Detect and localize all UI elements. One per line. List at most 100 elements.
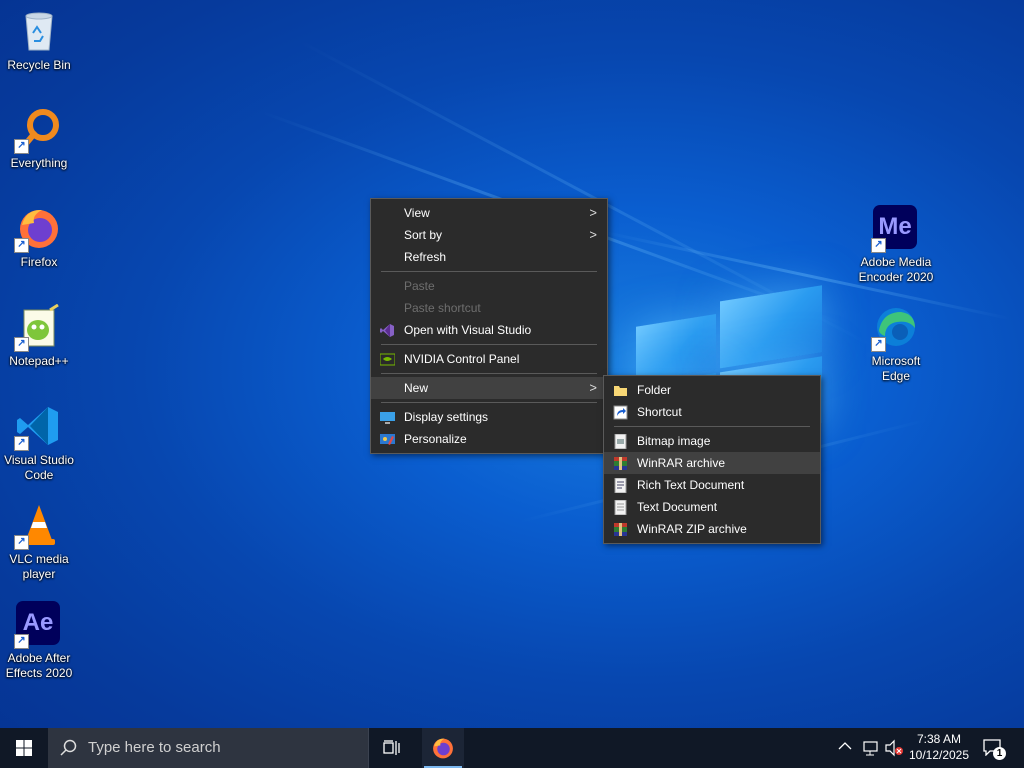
after-effects-icon: Ae ↗ xyxy=(14,601,62,649)
menu-separator xyxy=(381,271,597,272)
menu-separator xyxy=(381,402,597,403)
action-center-button[interactable]: 1 xyxy=(978,736,1008,762)
desktop-icon-label: VLC media player xyxy=(9,552,69,581)
desktop-icon-vscode[interactable]: ↗ Visual Studio Code xyxy=(1,403,77,483)
menu-item-open-visual-studio[interactable]: Open with Visual Studio xyxy=(371,319,607,341)
desktop[interactable]: Recycle Bin ↗ Everything ↗ Firefox ↗ Not… xyxy=(0,0,1024,728)
chevron-right-icon: > xyxy=(589,205,597,220)
folder-icon xyxy=(613,383,628,398)
submenu-item-winrar-archive[interactable]: WinRAR archive xyxy=(604,452,820,474)
submenu-item-label: Text Document xyxy=(637,500,718,514)
menu-item-label: Paste shortcut xyxy=(404,301,481,315)
task-view-button[interactable] xyxy=(370,728,414,768)
chevron-up-icon xyxy=(838,742,852,750)
volume-muted-icon xyxy=(885,739,903,757)
windows-logo-icon xyxy=(16,740,32,756)
bitmap-image-icon xyxy=(613,433,628,450)
menu-item-sort-by[interactable]: Sort by > xyxy=(371,224,607,246)
clock-button[interactable]: 7:38 AM 10/12/2025 xyxy=(904,731,974,765)
shortcut-arrow-icon: ↗ xyxy=(14,238,29,253)
display-settings-icon xyxy=(380,410,395,425)
menu-item-label: Paste xyxy=(404,279,435,293)
search-icon xyxy=(60,739,77,756)
shortcut-arrow-icon: ↗ xyxy=(14,634,29,649)
desktop-icon-label: Everything xyxy=(10,156,68,170)
desktop-icon-everything[interactable]: ↗ Everything xyxy=(1,106,77,171)
taskbar-app-firefox[interactable] xyxy=(422,728,464,768)
taskbar-search-box[interactable]: Type here to search xyxy=(48,728,369,768)
clock-time: 7:38 AM xyxy=(916,732,962,746)
taskbar: Type here to search 7:38 AM 10/12/2025 1 xyxy=(0,728,1024,768)
submenu-item-label: Bitmap image xyxy=(637,434,711,448)
shortcut-arrow-icon: ↗ xyxy=(871,238,886,253)
submenu-item-label: Rich Text Document xyxy=(637,478,745,492)
clock-date: 10/12/2025 xyxy=(908,748,970,762)
desktop-icon-notepadpp[interactable]: ↗ Notepad++ xyxy=(1,303,77,369)
desktop-context-menu: View > Sort by > Refresh Paste Paste sho… xyxy=(370,198,608,454)
rich-text-document-icon xyxy=(613,477,628,494)
menu-item-nvidia-control-panel[interactable]: NVIDIA Control Panel xyxy=(371,348,607,370)
firefox-icon xyxy=(433,738,453,759)
desktop-icon-label: Recycle Bin xyxy=(7,58,71,72)
submenu-item-label: WinRAR ZIP archive xyxy=(637,522,747,536)
submenu-item-winrar-zip-archive[interactable]: WinRAR ZIP archive xyxy=(604,518,820,540)
desktop-icon-label: Adobe Media Encoder 2020 xyxy=(858,255,934,284)
menu-separator xyxy=(381,373,597,374)
desktop-icon-firefox[interactable]: ↗ Firefox xyxy=(1,205,77,270)
menu-separator xyxy=(381,344,597,345)
visual-studio-icon xyxy=(380,323,395,338)
show-hidden-icons-button[interactable] xyxy=(838,740,854,756)
recycle-bin-icon xyxy=(16,8,62,54)
menu-item-view[interactable]: View > xyxy=(371,202,607,224)
menu-item-paste-shortcut: Paste shortcut xyxy=(371,297,607,319)
menu-item-paste: Paste xyxy=(371,275,607,297)
desktop-icon-label: Adobe After Effects 2020 xyxy=(5,651,73,680)
desktop-icon-after-effects[interactable]: Ae ↗ Adobe After Effects 2020 xyxy=(1,601,77,681)
menu-item-label: NVIDIA Control Panel xyxy=(404,352,520,366)
submenu-item-label: Folder xyxy=(637,383,672,397)
nvidia-icon xyxy=(379,352,396,367)
submenu-item-text-document[interactable]: Text Document xyxy=(604,496,820,518)
desktop-icon-recycle-bin[interactable]: Recycle Bin xyxy=(1,8,77,73)
desktop-icon-media-encoder[interactable]: Me ↗ Adobe Media Encoder 2020 xyxy=(858,205,934,285)
chevron-right-icon: > xyxy=(589,227,597,242)
menu-item-personalize[interactable]: Personalize xyxy=(371,428,607,450)
menu-item-new[interactable]: New > xyxy=(371,377,607,399)
start-button[interactable] xyxy=(0,728,48,768)
notification-count-badge: 1 xyxy=(993,747,1006,760)
menu-item-label: View xyxy=(404,206,430,220)
shortcut-arrow-icon: ↗ xyxy=(14,337,29,352)
volume-button[interactable] xyxy=(884,739,904,757)
desktop-icon-vlc[interactable]: ↗ VLC media player xyxy=(1,502,77,582)
submenu-item-label: WinRAR archive xyxy=(637,456,726,470)
vlc-icon: ↗ xyxy=(14,502,62,550)
shortcut-icon xyxy=(613,405,628,420)
menu-item-refresh[interactable]: Refresh xyxy=(371,246,607,268)
task-view-icon xyxy=(383,740,400,755)
menu-item-label: Sort by xyxy=(404,228,443,242)
submenu-item-rich-text-document[interactable]: Rich Text Document xyxy=(604,474,820,496)
desktop-icon-label: Firefox xyxy=(20,255,58,269)
vscode-icon: ↗ xyxy=(14,403,62,451)
menu-item-label: Refresh xyxy=(404,250,447,264)
network-button[interactable] xyxy=(862,739,880,757)
desktop-icon-edge[interactable]: ↗ Microsoft Edge xyxy=(858,304,934,384)
chevron-right-icon: > xyxy=(589,380,597,395)
submenu-item-shortcut[interactable]: Shortcut xyxy=(604,401,820,423)
shortcut-arrow-icon: ↗ xyxy=(871,337,886,352)
desktop-icon-label: Visual Studio Code xyxy=(4,453,74,482)
winrar-icon xyxy=(613,456,628,471)
submenu-item-label: Shortcut xyxy=(637,405,682,419)
desktop-icon-label: Notepad++ xyxy=(9,354,69,368)
submenu-item-bitmap-image[interactable]: Bitmap image xyxy=(604,430,820,452)
new-submenu: Folder Shortcut Bitmap image WinRAR arch… xyxy=(603,375,821,544)
network-icon xyxy=(863,741,878,756)
menu-item-display-settings[interactable]: Display settings xyxy=(371,406,607,428)
shortcut-arrow-icon: ↗ xyxy=(14,139,29,154)
media-encoder-icon: Me ↗ xyxy=(871,205,919,253)
winrar-zip-icon xyxy=(613,522,628,537)
text-document-icon xyxy=(613,499,628,516)
submenu-item-folder[interactable]: Folder xyxy=(604,379,820,401)
edge-icon: ↗ xyxy=(871,304,919,352)
notepadpp-icon: ↗ xyxy=(14,303,62,352)
